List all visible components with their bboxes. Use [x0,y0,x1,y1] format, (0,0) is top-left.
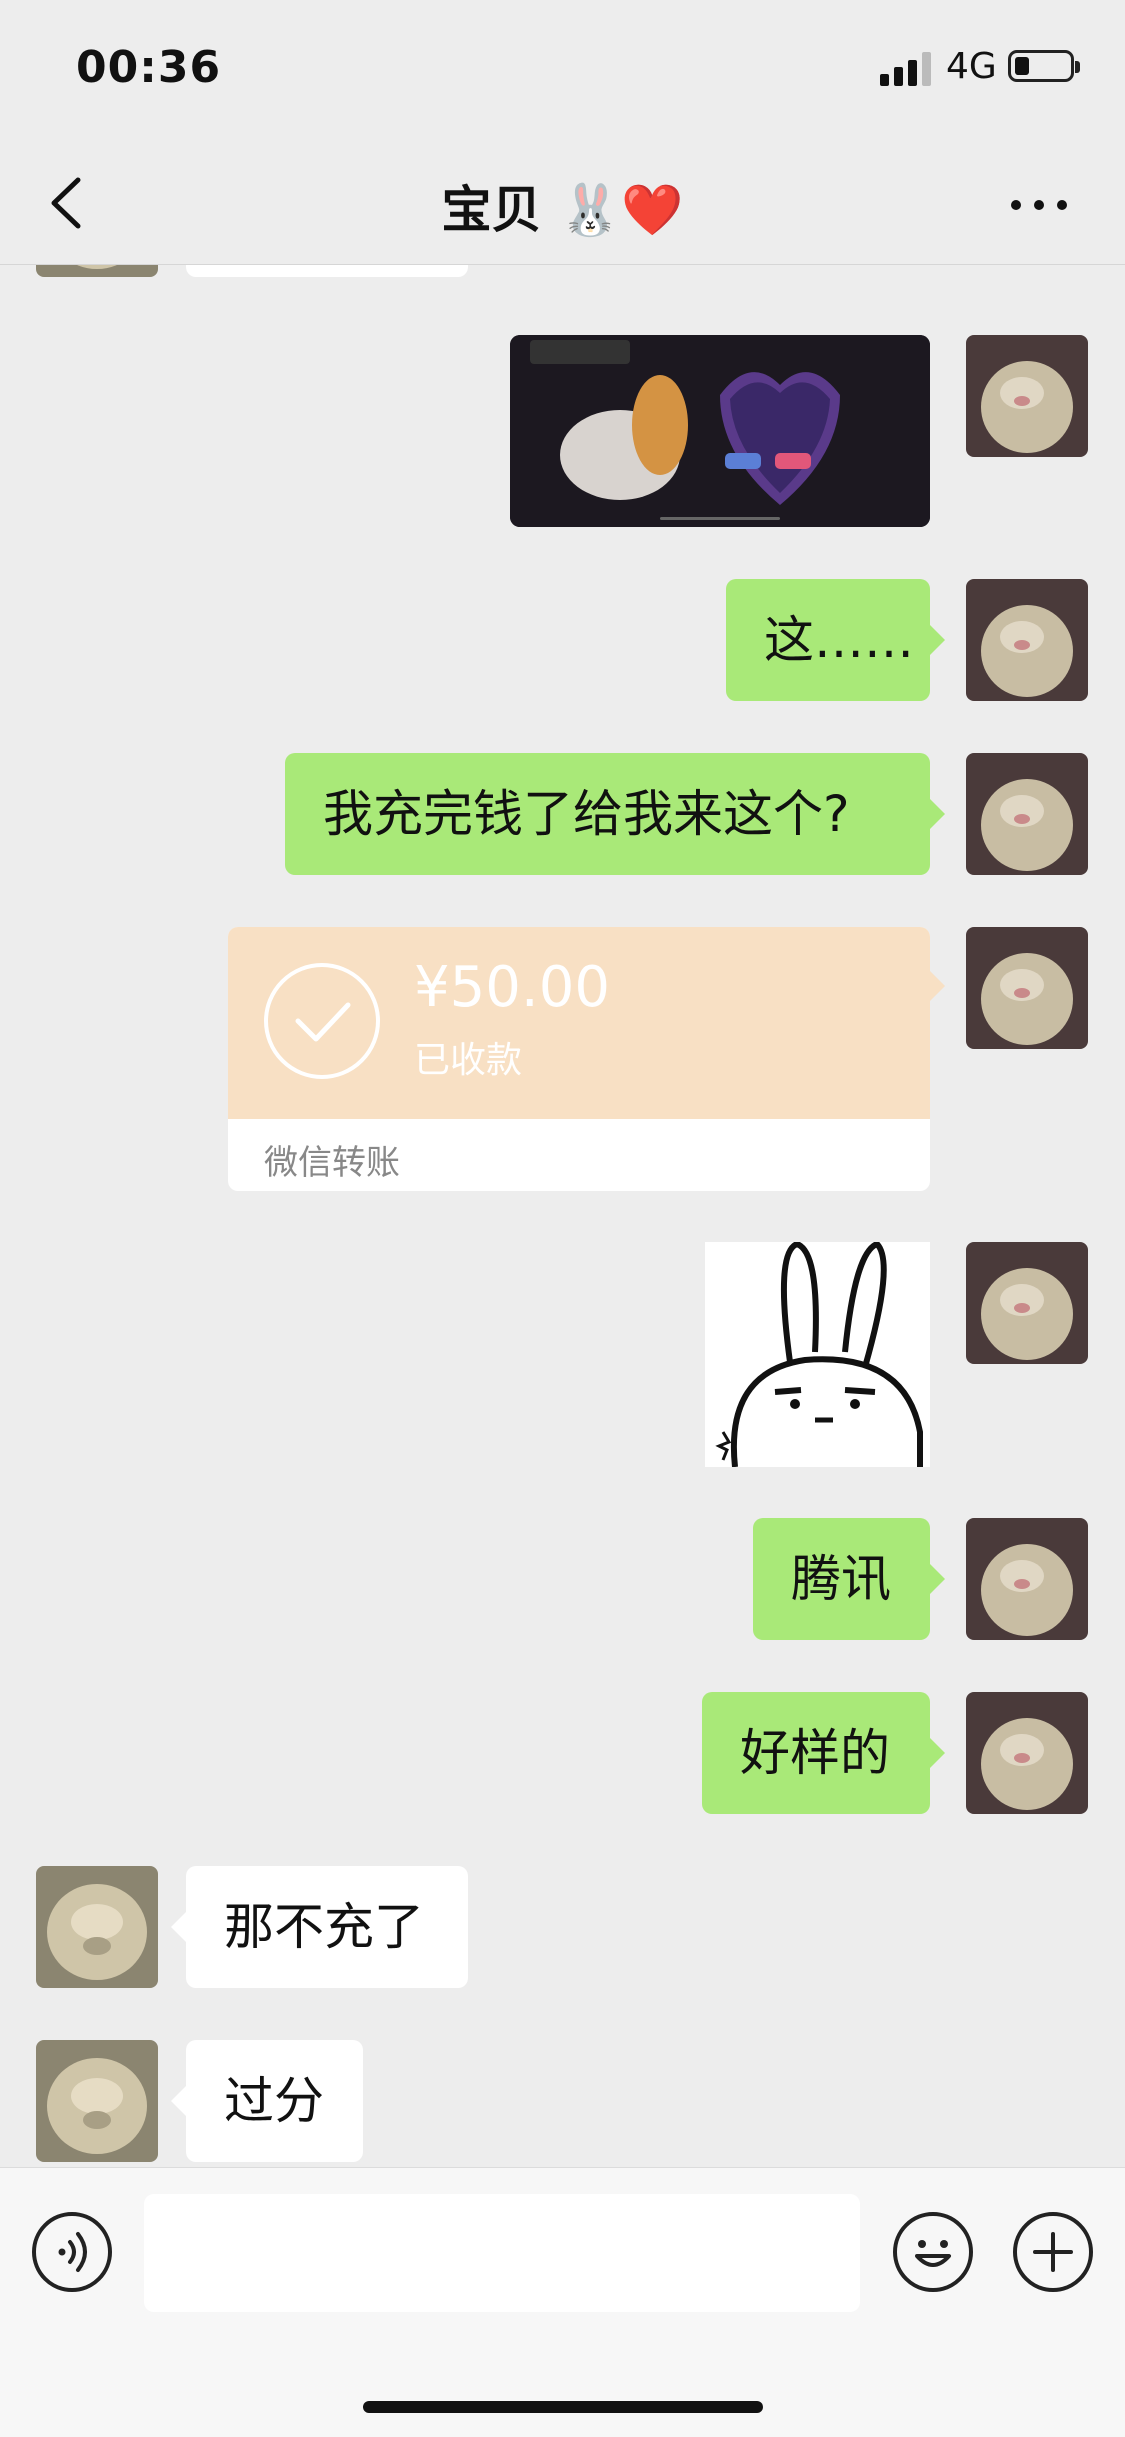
contact-name: 宝贝 [441,181,542,239]
chat-area[interactable]: 这…… 我充完钱了给我来这个? ¥50.00 已收款 微信转账 腾讯 好样的 那… [0,265,1125,2167]
chat-header: 宝贝 🐰❤️ [0,140,1125,265]
contact-avatar[interactable] [36,265,158,277]
transfer-card-body: ¥50.00 已收款 [228,927,930,1119]
chat-title: 宝贝 🐰❤️ [0,170,1125,242]
input-bar [0,2167,1125,2437]
message-bubble[interactable]: 我充完钱了给我来这个? [285,753,945,875]
status-time: 00:36 [76,42,222,93]
contact-avatar[interactable] [36,1866,158,1988]
home-indicator[interactable] [363,2401,763,2413]
transfer-tail [930,971,945,1001]
message-bubble[interactable]: 那不充了 [171,1866,468,1988]
my-avatar[interactable] [966,579,1088,701]
message-bubble[interactable]: 好样的 [702,1692,945,1814]
transfer-label: 微信转账 [264,1143,400,1183]
voice-icon[interactable] [32,2212,112,2292]
image-message[interactable] [510,335,930,527]
transfer-card[interactable]: ¥50.00 已收款 微信转账 [228,927,930,1191]
title-emoji: 🐰❤️ [558,181,684,239]
message-bubble[interactable]: 这…… [726,579,945,701]
my-avatar[interactable] [966,1242,1088,1364]
message-bubble-partial[interactable] [186,265,468,277]
network-type: 4G [946,46,997,87]
my-avatar[interactable] [966,753,1088,875]
message-bubble[interactable]: 腾讯 [753,1518,945,1640]
rabbit-sticker[interactable] [705,1242,930,1467]
contact-avatar[interactable] [36,2040,158,2162]
status-bar: 00:36 4G [0,0,1125,140]
my-avatar[interactable] [966,335,1088,457]
plus-icon[interactable] [1013,2212,1093,2292]
message-bubble[interactable]: 过分 [171,2040,363,2162]
transfer-status: 已收款 [414,1040,523,1081]
my-avatar[interactable] [966,1518,1088,1640]
my-avatar[interactable] [966,927,1088,1049]
emoji-icon[interactable] [893,2212,973,2292]
more-dots-icon[interactable] [1004,180,1074,230]
battery-icon [1008,50,1080,82]
signal-icon [880,52,931,86]
transfer-amount: ¥50.00 [414,955,610,1020]
my-avatar[interactable] [966,1692,1088,1814]
check-icon [264,963,380,1079]
battery-level [1015,57,1029,75]
message-input[interactable] [144,2194,860,2312]
